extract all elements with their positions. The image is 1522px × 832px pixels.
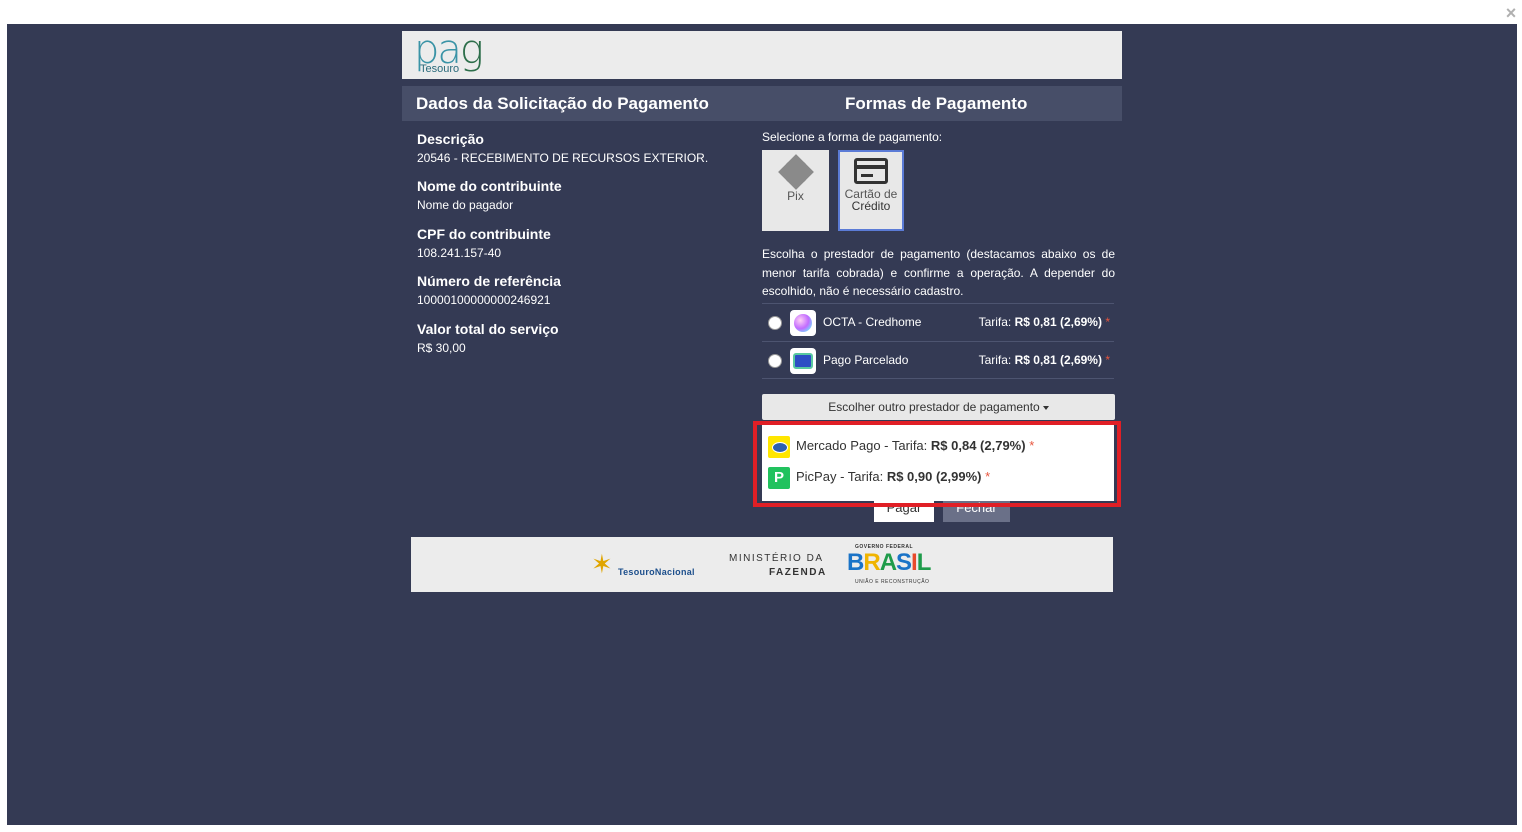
provider-fee: Tarifa: R$ 0,81 (2,69%) * [979, 315, 1110, 329]
other-provider-label: Escolher outro prestador de pagamento [828, 400, 1040, 414]
fee-value: R$ 0,81 (2,69%) [1014, 353, 1102, 367]
mercado-pago-icon [768, 435, 790, 458]
provider-name: OCTA - Credhome [823, 315, 922, 329]
section-titlebar: Dados da Solicitação do Pagamento Formas… [402, 86, 1122, 121]
provider-row-octa[interactable]: OCTA - Credhome Tarifa: R$ 0,81 (2,69%) … [762, 303, 1114, 341]
info-label: Descrição [417, 131, 484, 147]
fee-star: * [1105, 315, 1110, 329]
fee-label: Tarifa: [978, 353, 1012, 367]
pix-method-label: Pix [787, 189, 804, 203]
provider-radio[interactable] [768, 316, 782, 330]
logo-text-g: g [459, 27, 484, 73]
pix-icon [777, 154, 814, 190]
pix-method-button[interactable]: Pix [762, 150, 829, 231]
fee-star: * [1029, 438, 1035, 453]
close-icon[interactable]: × [1503, 4, 1519, 22]
info-value: 20546 - RECEBIMENTO DE RECURSOS EXTERIOR… [417, 151, 709, 165]
other-provider-dropdown-button[interactable]: Escolher outro prestador de pagamento [762, 394, 1115, 420]
provider-description: Escolha o prestador de pagamento (destac… [762, 247, 1115, 298]
fee-label: Tarifa: [978, 315, 1012, 329]
info-total-value: Valor total do serviço R$ 30,00 [417, 321, 559, 355]
info-value: 108.241.157-40 [417, 246, 502, 260]
dropdown-item-fee: R$ 0,84 (2,79%) [930, 438, 1026, 453]
provider-row-pago-parcelado[interactable]: Pago Parcelado Tarifa: R$ 0,81 (2,69%) * [762, 341, 1114, 379]
fee-value: R$ 0,81 (2,69%) [1014, 315, 1102, 329]
dropdown-item-mercado-pago[interactable]: Mercado Pago - Tarifa: R$ 0,84 (2,79%) * [768, 434, 1034, 458]
picpay-icon: P [768, 466, 790, 489]
provider-name: Pago Parcelado [823, 353, 909, 367]
dropdown-item-fee: R$ 0,90 (2,99%) [886, 469, 982, 484]
tesouro-nacional-star-icon: ✶ [591, 549, 613, 579]
ministerio-line2: FAZENDA [769, 567, 827, 578]
info-label: Valor total do serviço [417, 321, 559, 337]
octa-credhome-icon [790, 310, 816, 336]
info-label: Nome do contribuinte [417, 178, 562, 194]
dropdown-item-name: PicPay - Tarifa: [796, 469, 884, 484]
info-taxpayer-name: Nome do contribuinte Nome do pagador [417, 178, 562, 212]
info-taxpayer-cpf: CPF do contribuinte 108.241.157-40 [417, 226, 551, 260]
dropdown-item-picpay[interactable]: P PicPay - Tarifa: R$ 0,90 (2,99%) * [768, 465, 990, 489]
payment-methods-title: Formas de Pagamento [845, 94, 1028, 113]
other-provider-dropdown-menu: Mercado Pago - Tarifa: R$ 0,84 (2,79%) *… [762, 425, 1114, 501]
provider-fee: Tarifa: R$ 0,81 (2,69%) * [979, 353, 1110, 367]
info-description: Descrição 20546 - RECEBIMENTO DE RECURSO… [417, 131, 708, 165]
header-logo-bar: pag Tesouro [402, 27, 1122, 79]
credit-card-icon [854, 158, 888, 184]
info-value: Nome do pagador [417, 198, 514, 212]
logo-subtext: Tesouro [420, 63, 460, 75]
credit-card-method-button[interactable]: Cartão de Crédito [838, 150, 904, 231]
payment-request-title: Dados da Solicitação do Pagamento [416, 94, 709, 113]
fee-star: * [985, 469, 991, 484]
pago-parcelado-icon [790, 348, 816, 374]
gov-federal-bottom: UNIÃO E RECONSTRUÇÃO [855, 579, 930, 585]
tesouro-nacional-logo: TesouroNacional [618, 567, 695, 577]
footer-logos: ✶ TesouroNacional MINISTÉRIO DA FAZENDA … [411, 537, 1113, 592]
gov-brasil-logo: BRASIL [847, 549, 931, 576]
info-value: 10000100000000246921 [417, 293, 551, 307]
ministerio-line1: MINISTÉRIO DA [729, 553, 824, 564]
pag-tesouro-logo: pag Tesouro [414, 27, 494, 77]
dropdown-item-name: Mercado Pago - Tarifa: [796, 438, 928, 453]
provider-radio[interactable] [768, 354, 782, 368]
info-label: CPF do contribuinte [417, 226, 551, 242]
select-method-label: Selecione a forma de pagamento: [762, 130, 943, 144]
credit-card-label-line2: Crédito [851, 199, 891, 213]
info-reference-number: Número de referência 1000010000000024692… [417, 273, 561, 307]
fee-star: * [1105, 353, 1110, 367]
info-label: Número de referência [417, 273, 561, 289]
caret-down-icon [1042, 405, 1049, 410]
info-value: R$ 30,00 [417, 341, 466, 355]
